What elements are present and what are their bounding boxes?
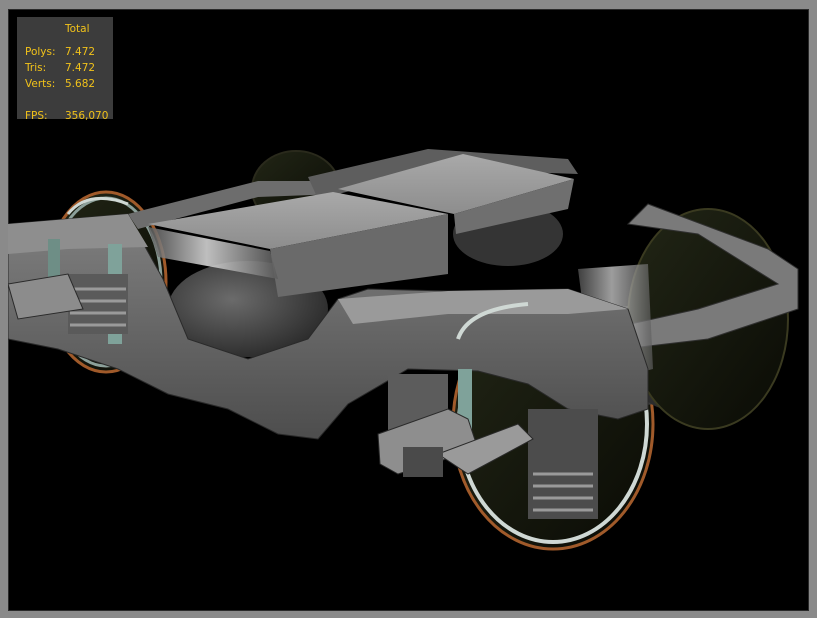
stats-row-tris: Tris: 7.472 [25, 60, 113, 76]
stats-value: 5.682 [65, 78, 96, 90]
stats-overlay: Total Polys: 7.472 Tris: 7.472 Verts: 5.… [17, 17, 113, 122]
stats-value: 356,070 [65, 110, 109, 122]
stats-value: 7.472 [65, 62, 96, 74]
stats-header: Total [65, 23, 90, 35]
stats-row-polys: Polys: 7.472 [25, 44, 113, 60]
stats-value: 7.472 [65, 46, 96, 58]
window-frame: Total Polys: 7.472 Tris: 7.472 Verts: 5.… [0, 0, 817, 618]
stats-label: Verts: [25, 78, 56, 90]
3d-viewport[interactable]: Total Polys: 7.472 Tris: 7.472 Verts: 5.… [8, 9, 809, 611]
stats-row-verts: Verts: 5.682 [25, 76, 113, 92]
stats-label: Polys: [25, 46, 56, 58]
stats-label: Tris: [25, 62, 47, 74]
bogie-model [8, 149, 799, 551]
stats-label: FPS: [25, 110, 48, 122]
stats-row-fps: FPS: 356,070 [25, 108, 113, 124]
